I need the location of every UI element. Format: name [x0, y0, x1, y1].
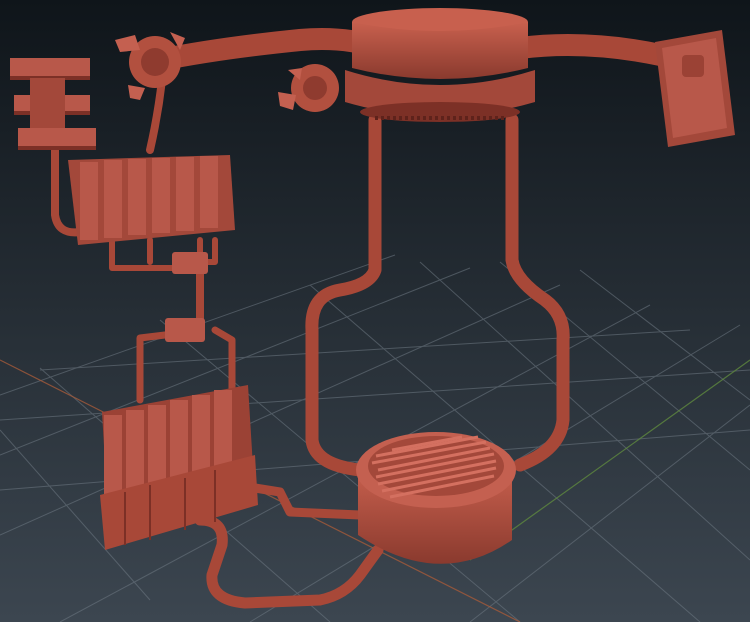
floor-grate-drum[interactable]: [356, 432, 516, 564]
top-hub[interactable]: [345, 8, 535, 122]
left-coupler-stack[interactable]: [10, 58, 96, 150]
3d-viewport[interactable]: [0, 0, 750, 622]
right-wall-bracket[interactable]: [655, 30, 735, 147]
mid-manifold-lower[interactable]: [165, 318, 205, 342]
mid-manifold-upper[interactable]: [172, 252, 208, 274]
upper-radiator-block[interactable]: [68, 155, 235, 245]
